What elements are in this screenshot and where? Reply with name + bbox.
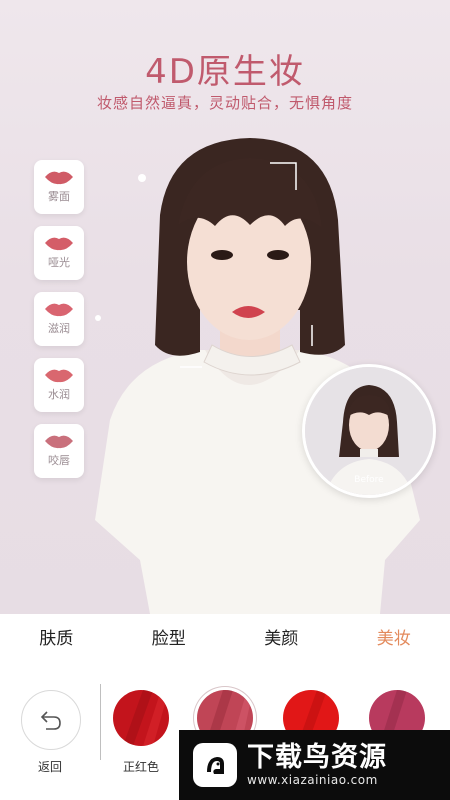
- back-label: 返回: [37, 760, 62, 774]
- swatch-label: 正红色: [122, 760, 159, 774]
- lip-style-label: 咬唇: [48, 454, 70, 467]
- lip-style-label: 哑光: [48, 256, 70, 269]
- lipstick-swatch-true-red[interactable]: [113, 690, 169, 746]
- lip-style-label: 滋润: [48, 322, 70, 335]
- lip-style-label: 雾面: [48, 190, 70, 203]
- lip-style-matte[interactable]: 哑光: [34, 226, 84, 280]
- lips-icon: [45, 303, 73, 317]
- lip-style-matte-fog[interactable]: 雾面: [34, 160, 84, 214]
- lipstick-texture: [113, 690, 169, 746]
- hero-subtitle: 妆感自然逼真，灵动贴合，无惧角度: [96, 94, 353, 112]
- hero-title: 4D原生妆: [145, 52, 305, 92]
- back-button[interactable]: [21, 690, 81, 750]
- watermark-title: 下载鸟资源: [247, 742, 387, 773]
- lips-icon: [45, 369, 73, 383]
- lip-style-label: 水润: [48, 388, 70, 401]
- before-label: Before: [354, 475, 384, 485]
- hero-banner: 4D原生妆 妆感自然逼真，灵动贴合，无惧角度 雾面 哑光 滋润 水润 咬唇 Be…: [0, 0, 450, 614]
- divider: [100, 684, 101, 760]
- lips-icon: [45, 237, 73, 251]
- before-preview[interactable]: Before: [302, 364, 436, 498]
- tab-skin[interactable]: 肤质: [0, 624, 113, 649]
- bird-logo-icon: [193, 743, 237, 787]
- lips-icon: [45, 171, 73, 185]
- feature-tabs: 肤质 脸型 美颜 美妆: [0, 614, 450, 658]
- watermark-url: www.xiazainiao.com: [247, 773, 378, 787]
- tab-face-shape[interactable]: 脸型: [113, 624, 226, 649]
- lip-style-bitten[interactable]: 咬唇: [34, 424, 84, 478]
- watermark-banner: 下载鸟资源 www.xiazainiao.com: [179, 730, 450, 800]
- lip-style-moist[interactable]: 滋润: [34, 292, 84, 346]
- tab-beauty[interactable]: 美颜: [225, 624, 338, 649]
- lip-style-glossy[interactable]: 水润: [34, 358, 84, 412]
- undo-arrow-icon: [40, 711, 61, 730]
- lips-icon: [45, 435, 73, 449]
- tab-makeup[interactable]: 美妆: [338, 624, 450, 649]
